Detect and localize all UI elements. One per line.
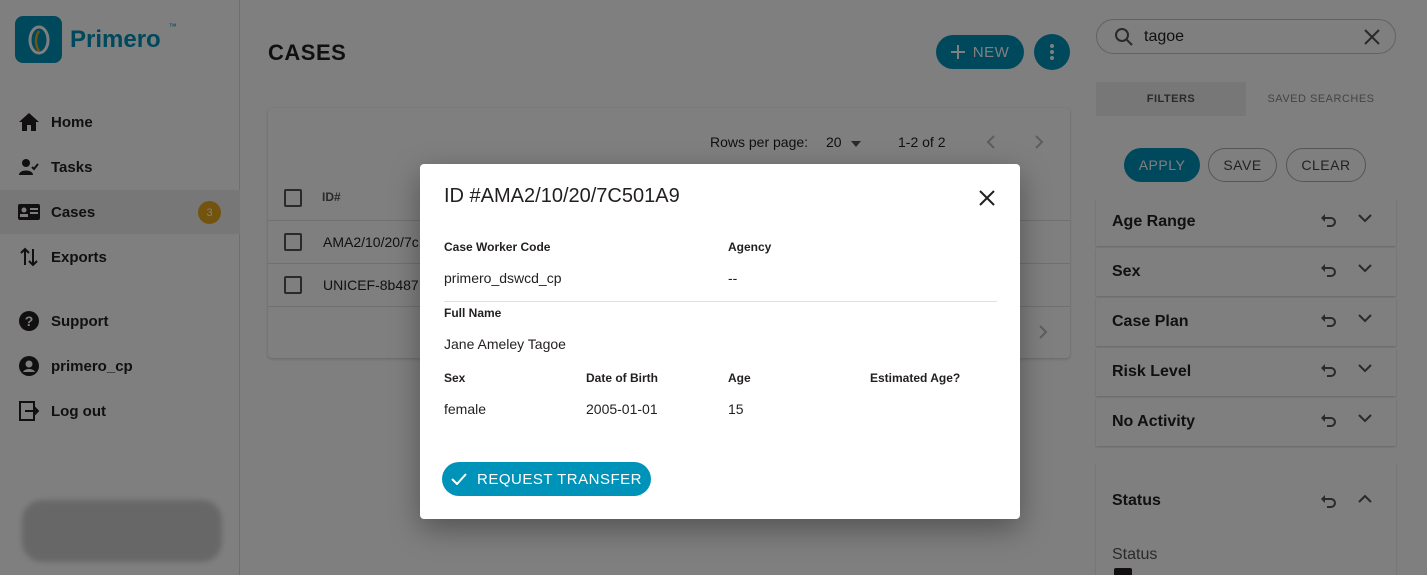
dob-label: Date of Birth (586, 371, 658, 385)
close-button[interactable] (977, 188, 997, 208)
dialog-divider (444, 301, 997, 302)
full-name-value: Jane Ameley Tagoe (444, 336, 566, 352)
sex-label: Sex (444, 371, 466, 385)
agency-label: Agency (728, 240, 772, 254)
full-name-label: Full Name (444, 306, 502, 320)
close-icon (979, 190, 995, 206)
case-worker-code-label: Case Worker Code (444, 240, 551, 254)
dob-value: 2005-01-01 (586, 401, 658, 417)
agency-value: -- (728, 270, 738, 286)
request-transfer-label: REQUEST TRANSFER (477, 470, 642, 488)
dialog-title: ID #AMA2/10/20/7C501A9 (444, 185, 680, 207)
request-transfer-button[interactable]: REQUEST TRANSFER (442, 462, 651, 496)
app-root: Primero ™ Home Tasks Cases 3 Exports ? S… (0, 0, 1427, 575)
age-value: 15 (728, 401, 744, 417)
case-worker-code-value: primero_dswcd_cp (444, 270, 562, 286)
case-detail-dialog: ID #AMA2/10/20/7C501A9 Case Worker Code … (420, 164, 1020, 519)
sex-value: female (444, 401, 487, 417)
check-icon (451, 473, 467, 485)
age-label: Age (728, 371, 751, 385)
estimated-age-label: Estimated Age? (870, 371, 961, 385)
